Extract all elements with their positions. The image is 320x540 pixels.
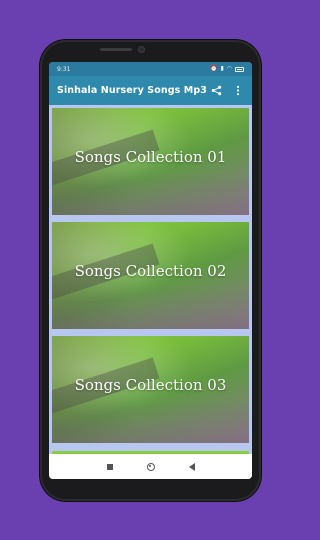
toolbar-actions xyxy=(210,85,244,97)
alarm-icon: ⏰ xyxy=(209,65,218,72)
share-icon[interactable] xyxy=(210,85,222,97)
collection-title: Songs Collection 03 xyxy=(74,376,227,394)
collection-card-03[interactable]: Songs Collection 03 xyxy=(52,336,249,443)
front-camera xyxy=(138,46,145,53)
more-vert-icon[interactable] xyxy=(232,85,244,97)
collection-title: Songs Collection 02 xyxy=(74,262,227,280)
collection-card-02[interactable]: Songs Collection 02 xyxy=(52,222,249,329)
back-icon[interactable] xyxy=(188,462,195,471)
collection-card-01[interactable]: Songs Collection 01 xyxy=(52,108,249,215)
speaker-grille xyxy=(100,48,132,51)
wifi-icon: ◠ xyxy=(226,65,232,72)
app-title: Sinhala Nursery Songs Mp3 xyxy=(57,85,207,96)
battery-icon xyxy=(235,66,244,72)
collection-list: Songs Collection 01 Songs Collection 02 … xyxy=(49,105,252,454)
home-icon[interactable] xyxy=(146,462,155,471)
signal-icon: ▮ xyxy=(220,65,224,72)
status-bar: 9:31 ⏰ ▮ ◠ xyxy=(49,62,252,76)
app-toolbar: Sinhala Nursery Songs Mp3 xyxy=(49,76,252,105)
recent-apps-icon[interactable] xyxy=(106,463,113,470)
system-nav-bar xyxy=(49,454,252,479)
status-icons: ⏰ ▮ ◠ xyxy=(210,66,244,72)
collection-title: Songs Collection 01 xyxy=(74,148,227,166)
status-time: 9:31 xyxy=(57,65,71,73)
phone-screen: 9:31 ⏰ ▮ ◠ Sinhala Nursery Songs Mp3 Son… xyxy=(49,62,252,479)
